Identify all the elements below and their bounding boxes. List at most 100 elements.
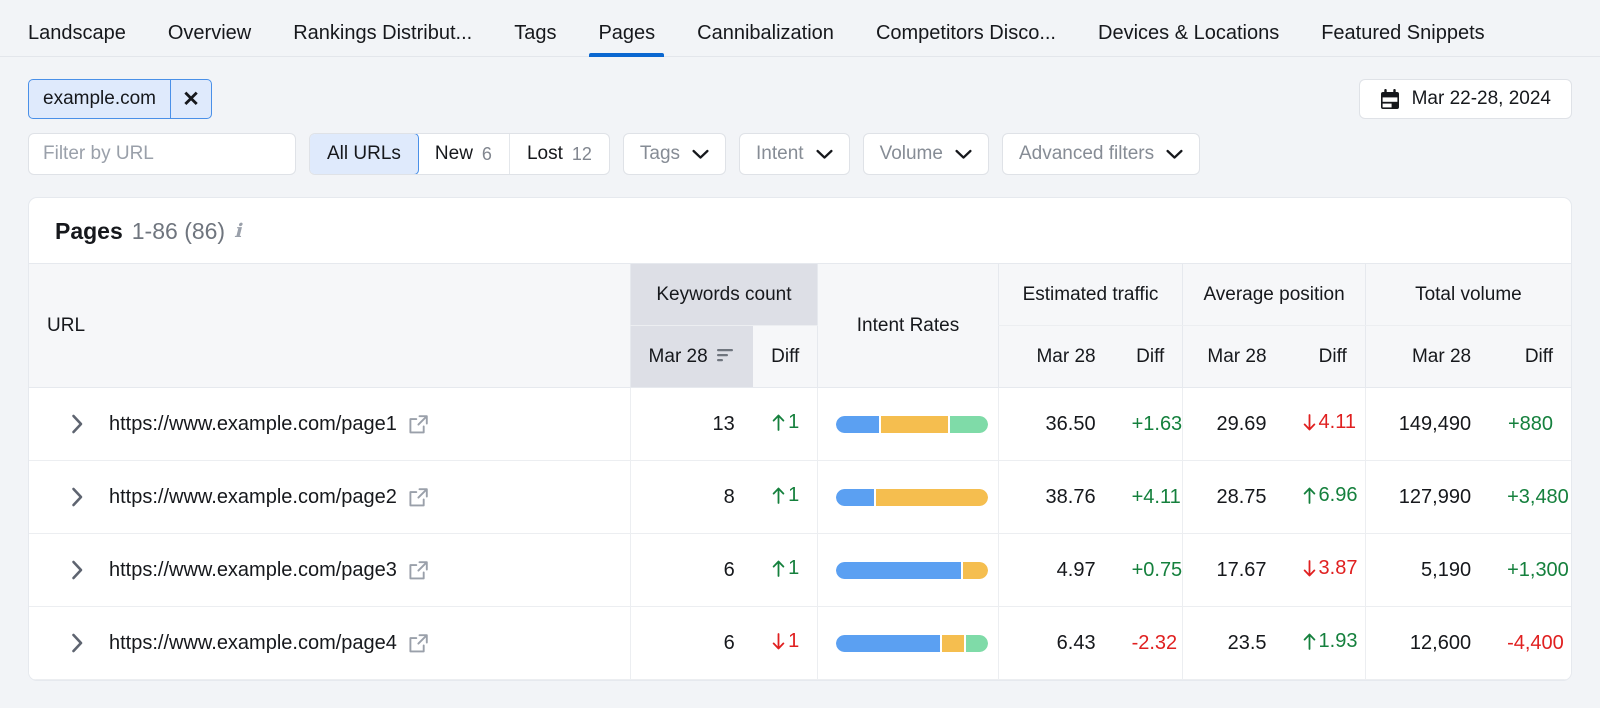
chevron-right-icon[interactable]	[57, 487, 97, 507]
cell-estimated-traffic: 6.43	[998, 607, 1113, 680]
subcol-keywords-date[interactable]: Mar 28	[630, 326, 753, 388]
url-label: https://www.example.com/page3	[109, 559, 397, 582]
filter-controls-row: All URLs New6Lost12 Tags Intent Volume Advan…	[28, 133, 1572, 175]
sort-descending-icon[interactable]	[717, 346, 735, 368]
subcol-volume-date[interactable]: Mar 28	[1365, 326, 1489, 388]
col-group-estimated-traffic[interactable]: Estimated traffic	[998, 264, 1183, 326]
subcol-traffic-diff[interactable]: Diff	[1114, 326, 1183, 388]
chevron-down-icon	[955, 149, 972, 160]
cell-keywords-diff: 1	[753, 461, 818, 534]
cell-keywords-count: 6	[630, 607, 753, 680]
chevron-right-icon[interactable]	[57, 633, 97, 653]
dropdown-label: Intent	[756, 143, 804, 165]
external-link-icon[interactable]	[408, 560, 429, 581]
domain-filter-chip[interactable]: example.com ✕	[28, 79, 212, 119]
pages-table-card: Pages 1-86 (86) ℹ URL Keywords count Int…	[28, 197, 1572, 681]
table-row[interactable]: https://www.example.com/page3614.97+0.75…	[29, 534, 1571, 607]
domain-chip-label: example.com	[29, 80, 171, 118]
date-range-label: Mar 22-28, 2024	[1412, 88, 1551, 110]
keywords-diff-value: 1	[788, 557, 799, 580]
date-range-picker[interactable]: Mar 22-28, 2024	[1359, 79, 1572, 119]
dropdown-volume[interactable]: Volume	[863, 133, 989, 175]
average-position-diff-value: 6.96	[1319, 484, 1358, 507]
cell-average-position-diff: 6.96	[1285, 461, 1366, 534]
calendar-icon	[1380, 89, 1400, 110]
segment-all-urls[interactable]: All URLs	[309, 133, 419, 175]
keywords-diff-value: 1	[788, 630, 799, 653]
tab-pages[interactable]: Pages	[577, 23, 676, 56]
average-position-diff-value: 1.93	[1319, 630, 1358, 653]
pages-table: URL Keywords count Intent Rates Estimate…	[29, 263, 1571, 680]
cell-url: https://www.example.com/page2	[29, 461, 630, 534]
col-group-average-position[interactable]: Average position	[1183, 264, 1366, 326]
tab-rankings-distribut[interactable]: Rankings Distribut...	[272, 23, 493, 56]
tab-landscape[interactable]: Landscape	[28, 23, 147, 56]
cell-average-position-diff: 3.87	[1285, 534, 1366, 607]
table-group-header-row: URL Keywords count Intent Rates Estimate…	[29, 264, 1571, 326]
info-icon[interactable]: ℹ	[234, 220, 241, 243]
tab-featured-snippets[interactable]: Featured Snippets	[1300, 23, 1505, 56]
keywords-diff-value: 1	[788, 411, 799, 434]
dropdown-advanced-filters[interactable]: Advanced filters	[1002, 133, 1200, 175]
average-position-diff-value: 3.87	[1319, 557, 1358, 580]
domain-chip-row: example.com ✕	[28, 79, 1572, 119]
filter-dropdowns: Tags Intent Volume Advanced filters	[623, 133, 1200, 175]
tab-devices-locations[interactable]: Devices & Locations	[1077, 23, 1300, 56]
page-title: Pages	[55, 218, 123, 245]
url-filter-search[interactable]	[28, 133, 296, 175]
external-link-icon[interactable]	[408, 487, 429, 508]
segment-new[interactable]: New6	[418, 134, 510, 174]
segment-lost[interactable]: Lost12	[510, 134, 609, 174]
col-group-url: URL	[29, 264, 630, 388]
cell-estimated-traffic-diff: +0.75	[1114, 534, 1183, 607]
result-range: 1-86 (86)	[132, 218, 225, 245]
tab-tags[interactable]: Tags	[493, 23, 577, 56]
cell-average-position: 17.67	[1183, 534, 1285, 607]
subcol-traffic-date[interactable]: Mar 28	[998, 326, 1113, 388]
dropdown-tags[interactable]: Tags	[623, 133, 726, 175]
tab-overview[interactable]: Overview	[147, 23, 272, 56]
analytics-tab-bar: LandscapeOverviewRankings Distribut...Ta…	[0, 0, 1600, 57]
cell-url: https://www.example.com/page3	[29, 534, 630, 607]
intent-rate-bar	[836, 416, 988, 433]
cell-total-volume-diff: +3,480	[1489, 461, 1571, 534]
table-row[interactable]: https://www.example.com/page4616.43-2.32…	[29, 607, 1571, 680]
chevron-right-icon[interactable]	[57, 560, 97, 580]
subcol-volume-diff[interactable]: Diff	[1489, 326, 1571, 388]
dropdown-intent[interactable]: Intent	[739, 133, 850, 175]
subcol-position-diff[interactable]: Diff	[1285, 326, 1366, 388]
intent-segment-transactional	[950, 416, 988, 433]
cell-keywords-diff: 1	[753, 607, 818, 680]
url-label: https://www.example.com/page2	[109, 486, 397, 509]
subcol-position-date[interactable]: Mar 28	[1183, 326, 1285, 388]
dropdown-label: Advanced filters	[1019, 143, 1154, 165]
chevron-down-icon	[692, 149, 709, 160]
tab-cannibalization[interactable]: Cannibalization	[676, 23, 855, 56]
col-group-total-volume[interactable]: Total volume	[1365, 264, 1571, 326]
col-group-keywords-count[interactable]: Keywords count	[630, 264, 818, 326]
segment-label: All URLs	[327, 143, 401, 165]
chevron-down-icon	[1166, 149, 1183, 160]
subcol-keywords-diff[interactable]: Diff	[753, 326, 818, 388]
cell-total-volume: 5,190	[1365, 534, 1489, 607]
cell-keywords-count: 8	[630, 461, 753, 534]
table-row[interactable]: https://www.example.com/page28138.76+4.1…	[29, 461, 1571, 534]
intent-segment-informational	[836, 416, 879, 433]
search-input[interactable]	[29, 134, 296, 174]
external-link-icon[interactable]	[408, 633, 429, 654]
cell-total-volume: 149,490	[1365, 388, 1489, 461]
close-icon[interactable]: ✕	[171, 80, 211, 118]
cell-intent-rates	[818, 461, 998, 534]
intent-segment-informational	[836, 562, 961, 579]
intent-segment-informational	[836, 635, 940, 652]
chevron-right-icon[interactable]	[57, 414, 97, 434]
url-label: https://www.example.com/page4	[109, 632, 397, 655]
table-row[interactable]: https://www.example.com/page113136.50+1.…	[29, 388, 1571, 461]
cell-intent-rates	[818, 534, 998, 607]
intent-segment-commercial	[963, 562, 988, 579]
cell-url: https://www.example.com/page4	[29, 607, 630, 680]
external-link-icon[interactable]	[408, 414, 429, 435]
cell-estimated-traffic: 36.50	[998, 388, 1113, 461]
tab-competitors-disco[interactable]: Competitors Disco...	[855, 23, 1077, 56]
segment-label: Lost	[527, 143, 563, 165]
